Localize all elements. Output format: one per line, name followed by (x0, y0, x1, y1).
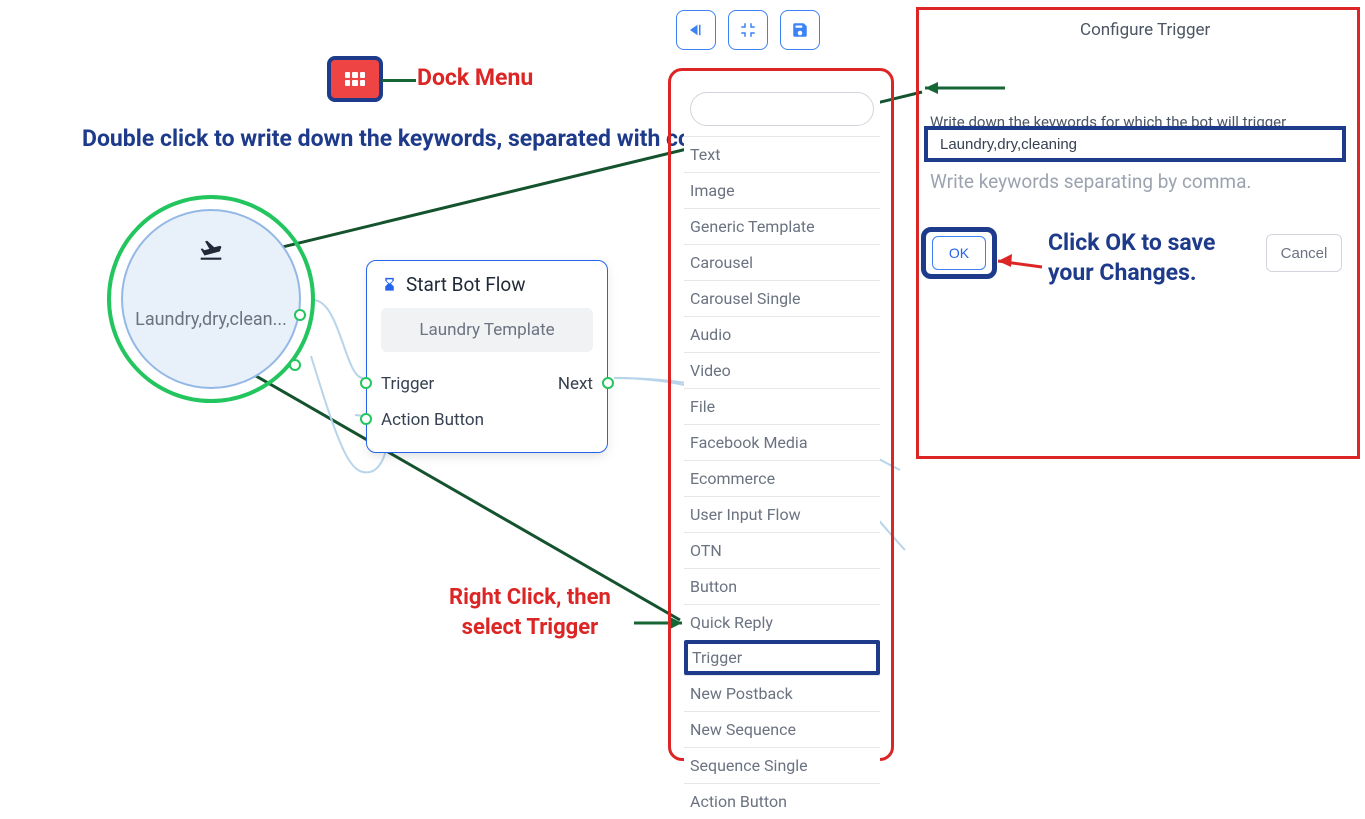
context-menu: TextImageGeneric TemplateCarouselCarouse… (684, 92, 880, 819)
step-back-icon (687, 21, 705, 39)
back-button[interactable] (676, 10, 716, 50)
panel-hint: Write keywords separating by comma. (930, 170, 1251, 193)
plane-takeoff-icon (194, 237, 228, 267)
annotation-ok-l2: your Changes. (1048, 259, 1197, 286)
canvas-toolbar (676, 10, 820, 50)
annotation-ok: Click OK to save your Changes. (1048, 228, 1215, 288)
save-button[interactable] (780, 10, 820, 50)
card-port[interactable] (602, 377, 614, 389)
annotation-dock-label: Dock Menu (417, 64, 533, 91)
dock-menu-button[interactable] (327, 56, 383, 102)
context-menu-item[interactable]: OTN (684, 532, 880, 568)
row-label-next: Next (558, 374, 593, 394)
context-menu-item[interactable]: Facebook Media (684, 424, 880, 460)
context-menu-item[interactable]: Video (684, 352, 880, 388)
annotation-ok-l1: Click OK to save (1048, 229, 1215, 256)
keywords-input-highlight (924, 126, 1346, 162)
context-menu-item[interactable]: Carousel Single (684, 280, 880, 316)
ok-button-highlight: OK (921, 227, 997, 279)
keywords-input[interactable] (928, 130, 1342, 158)
node-port[interactable] (289, 359, 301, 371)
context-menu-item[interactable]: Trigger (684, 640, 880, 675)
hourglass-icon (381, 275, 398, 295)
context-menu-item[interactable]: Button (684, 568, 880, 604)
context-search-input[interactable] (690, 92, 874, 126)
context-menu-item[interactable]: Carousel (684, 244, 880, 280)
ok-button[interactable]: OK (932, 236, 986, 270)
card-port[interactable] (360, 377, 372, 389)
annotation-rightclick: Right Click, then select Trigger (449, 583, 611, 642)
fit-button[interactable] (728, 10, 768, 50)
context-menu-item[interactable]: File (684, 388, 880, 424)
grid-icon (345, 72, 365, 86)
row-label-action: Action Button (381, 410, 484, 430)
template-chip[interactable]: Laundry Template (381, 308, 593, 352)
context-menu-item[interactable]: Sequence Single (684, 747, 880, 783)
card-header: Start Bot Flow (381, 273, 593, 296)
context-menu-item[interactable]: New Sequence (684, 711, 880, 747)
annotation-rightclick-l1: Right Click, then (449, 585, 611, 610)
context-menu-item[interactable]: User Input Flow (684, 496, 880, 532)
annotation-doubleclick: Double click to write down the keywords,… (82, 123, 743, 154)
card-title: Start Bot Flow (406, 273, 526, 296)
cancel-button[interactable]: Cancel (1266, 234, 1342, 272)
context-menu-item[interactable]: Audio (684, 316, 880, 352)
card-row-action: Action Button (381, 402, 593, 438)
row-label-trigger: Trigger (381, 374, 434, 394)
node-port[interactable] (294, 309, 306, 321)
trigger-node-text: Laundry,dry,clean... (135, 309, 287, 330)
annotation-rightclick-l2: select Trigger (462, 615, 599, 640)
context-menu-item[interactable]: Quick Reply (684, 604, 880, 640)
context-menu-item[interactable]: Text (684, 136, 880, 172)
start-bot-flow-card[interactable]: Start Bot Flow Laundry Template Trigger … (366, 260, 608, 453)
card-port[interactable] (360, 413, 372, 425)
trigger-node-highlight: Laundry,dry,clean... (107, 195, 315, 403)
annotation-connector (382, 79, 416, 82)
panel-title: Configure Trigger (1080, 20, 1210, 40)
trigger-node[interactable]: Laundry,dry,clean... (121, 209, 301, 389)
context-menu-item[interactable]: New Postback (684, 675, 880, 711)
compress-icon (739, 21, 757, 39)
context-menu-item[interactable]: Ecommerce (684, 460, 880, 496)
context-menu-item[interactable]: Generic Template (684, 208, 880, 244)
save-icon (791, 21, 809, 39)
context-menu-item[interactable]: Action Button (684, 783, 880, 819)
context-menu-item[interactable]: Image (684, 172, 880, 208)
card-row-trigger: Trigger Next (381, 366, 593, 402)
